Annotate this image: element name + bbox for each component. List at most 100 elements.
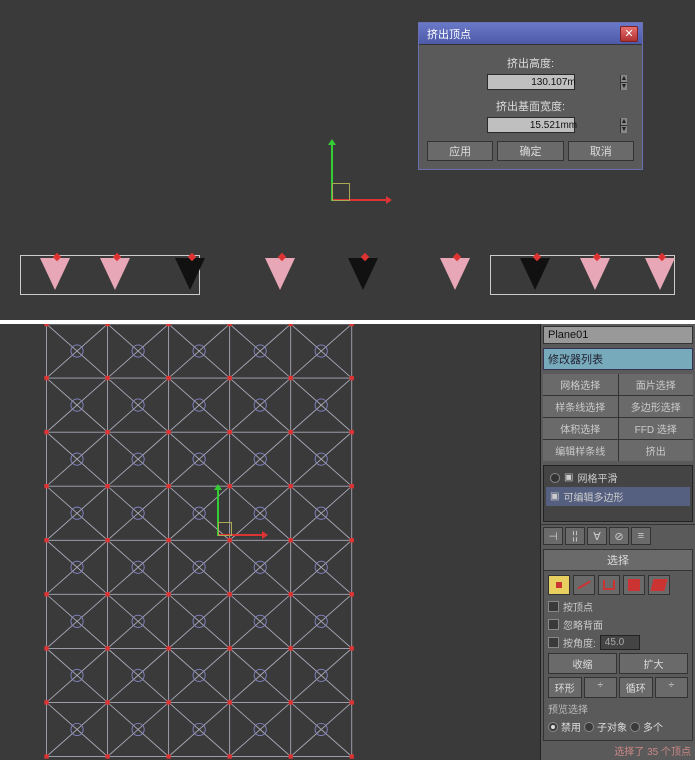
extruded-vertex-cone[interactable]: [40, 258, 70, 290]
dialog-body: 挤出高度: ▲▼ 挤出基面宽度: ▲▼ 应用 确定 取消: [419, 45, 642, 169]
selection-status: 选择了 35 个顶点: [541, 741, 695, 760]
extrude-height-input[interactable]: [488, 75, 620, 89]
spin-down-icon[interactable]: ▼: [620, 126, 628, 133]
shrink-grow-row: 收缩 扩大: [548, 653, 688, 674]
extruded-vertex-cone[interactable]: [100, 258, 130, 290]
vol-select-button[interactable]: 体积选择: [543, 418, 618, 439]
extrude-width-spinner[interactable]: ▲▼: [487, 117, 575, 133]
by-vertex-label: 按顶点: [563, 599, 593, 614]
remove-modifier-icon[interactable]: ⊘: [609, 527, 629, 545]
xy-plane-handle[interactable]: [332, 183, 350, 201]
extrude-height-field: 挤出高度: ▲▼: [427, 55, 634, 90]
cancel-button[interactable]: 取消: [568, 141, 634, 161]
border-mode-button[interactable]: [598, 575, 620, 595]
extrude-vertices-dialog: 挤出顶点 ✕ 挤出高度: ▲▼ 挤出基面宽度: ▲▼ 应用 确定: [418, 22, 643, 170]
modifier-stack[interactable]: ▣ 网格平滑 ▣ 可编辑多边形: [543, 465, 693, 522]
preview-multi-radio[interactable]: [630, 722, 640, 732]
extruded-vertex-cone[interactable]: [175, 258, 205, 290]
xy-plane-handle[interactable]: [218, 522, 232, 536]
extruded-vertex-cone[interactable]: [348, 258, 378, 290]
extrude-width-label: 挤出基面宽度:: [496, 98, 565, 114]
selection-rollout-header[interactable]: 选择: [543, 549, 693, 571]
grow-button[interactable]: 扩大: [619, 653, 688, 674]
ok-button[interactable]: 确定: [497, 141, 563, 161]
object-name-field[interactable]: Plane01: [543, 326, 693, 344]
perspective-viewport-top: 挤出顶点 ✕ 挤出高度: ▲▼ 挤出基面宽度: ▲▼ 应用 确定: [0, 0, 695, 320]
transform-gizmo[interactable]: [332, 200, 333, 201]
border-icon: [603, 580, 615, 590]
bottom-split: Plane01 修改器列表 网格选择 面片选择 样条线选择 多边形选择 体积选择…: [0, 324, 695, 760]
ffd-select-button[interactable]: FFD 选择: [619, 418, 694, 439]
preview-disable-label: 禁用: [561, 719, 581, 734]
by-angle-label: 按角度:: [563, 635, 596, 650]
extruded-vertex-cone[interactable]: [440, 258, 470, 290]
spin-down-icon[interactable]: ▼: [620, 83, 628, 90]
vertex-mode-button[interactable]: [548, 575, 570, 595]
spin-up-icon[interactable]: ▲: [620, 75, 628, 83]
subobject-row: [548, 575, 688, 595]
extrude-height-label: 挤出高度:: [507, 55, 554, 71]
modify-panel: Plane01 修改器列表 网格选择 面片选择 样条线选择 多边形选择 体积选择…: [540, 324, 695, 760]
edge-mode-button[interactable]: [573, 575, 595, 595]
preview-disable-radio[interactable]: [548, 722, 558, 732]
stack-toolbar: ⊣ ¦¦ ∀ ⊘ ≡: [541, 524, 695, 547]
spin-up-icon[interactable]: ▲: [620, 118, 628, 126]
preview-multi-label: 多个: [643, 719, 663, 734]
angle-input[interactable]: [600, 635, 640, 650]
close-icon[interactable]: ✕: [620, 26, 638, 42]
extruded-vertex-cone[interactable]: [580, 258, 610, 290]
stack-item-label: 可编辑多边形: [563, 489, 623, 504]
ignore-backface-checkbox[interactable]: [548, 619, 559, 630]
dialog-buttons: 应用 确定 取消: [427, 141, 634, 161]
preview-section-label: 预览选择: [548, 701, 688, 716]
spline-select-button[interactable]: 样条线选择: [543, 396, 618, 417]
loop-button[interactable]: 循环: [619, 677, 653, 698]
by-angle-checkbox[interactable]: [548, 637, 559, 648]
extrude-width-field: 挤出基面宽度: ▲▼: [427, 98, 634, 133]
extruded-vertex-cone[interactable]: [520, 258, 550, 290]
preview-subobj-label: 子对象: [597, 719, 627, 734]
shrink-button[interactable]: 收缩: [548, 653, 617, 674]
by-vertex-row: 按顶点: [548, 599, 688, 614]
modifier-buttons: 网格选择 面片选择 样条线选择 多边形选择 体积选择 FFD 选择 编辑样条线 …: [543, 374, 693, 461]
polygon-mode-button[interactable]: [623, 575, 645, 595]
make-unique-icon[interactable]: ∀: [587, 527, 607, 545]
stack-item-editable-poly[interactable]: ▣ 可编辑多边形: [546, 487, 690, 506]
dialog-title: 挤出顶点: [423, 26, 471, 42]
element-icon: [650, 579, 667, 591]
by-angle-row: 按角度:: [548, 635, 688, 650]
loop-spin-icon[interactable]: ÷: [655, 677, 689, 698]
ring-button[interactable]: 环形: [548, 677, 582, 698]
apply-button[interactable]: 应用: [427, 141, 493, 161]
plus-icon[interactable]: ▣: [550, 491, 559, 502]
show-end-result-icon[interactable]: ¦¦: [565, 527, 585, 545]
patch-select-button[interactable]: 面片选择: [619, 374, 694, 395]
extruded-vertex-cone[interactable]: [265, 258, 295, 290]
edge-icon: [577, 581, 590, 590]
pin-stack-icon[interactable]: ⊣: [543, 527, 563, 545]
top-viewport[interactable]: [0, 324, 540, 760]
ring-spin-icon[interactable]: ÷: [584, 677, 618, 698]
dialog-titlebar[interactable]: 挤出顶点 ✕: [419, 23, 642, 45]
configure-sets-icon[interactable]: ≡: [631, 527, 651, 545]
plus-icon[interactable]: ▣: [564, 472, 573, 483]
by-vertex-checkbox[interactable]: [548, 601, 559, 612]
extrude-width-input[interactable]: [488, 118, 620, 132]
preview-radios: 禁用 子对象 多个: [548, 719, 688, 734]
preview-subobj-radio[interactable]: [584, 722, 594, 732]
ring-loop-row: 环形 ÷ 循环 ÷: [548, 677, 688, 698]
polygon-icon: [628, 579, 640, 591]
selection-rollout: 按顶点 忽略背面 按角度: 收缩 扩大 环形 ÷ 循环 ÷ 预览选择: [543, 571, 693, 741]
modifier-list-dropdown[interactable]: 修改器列表: [543, 348, 693, 370]
stack-item-meshsmooth[interactable]: ▣ 网格平滑: [546, 468, 690, 487]
edit-spline-button[interactable]: 编辑样条线: [543, 440, 618, 461]
extrude-height-spinner[interactable]: ▲▼: [487, 74, 575, 90]
stack-item-label: 网格平滑: [577, 470, 617, 485]
lightbulb-icon[interactable]: [550, 473, 560, 483]
wireframe-mesh[interactable]: [24, 324, 376, 760]
extruded-vertex-cone[interactable]: [645, 258, 675, 290]
mesh-select-button[interactable]: 网格选择: [543, 374, 618, 395]
element-mode-button[interactable]: [648, 575, 670, 595]
extrude-button[interactable]: 挤出: [619, 440, 694, 461]
poly-select-button[interactable]: 多边形选择: [619, 396, 694, 417]
